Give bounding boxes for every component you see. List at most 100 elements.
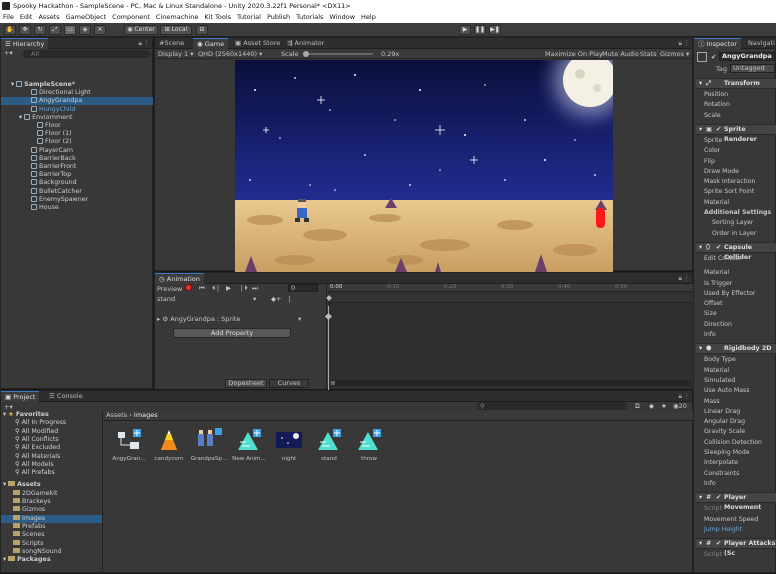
hierarchy-item[interactable]: HungyChild (1, 105, 153, 114)
tag-select[interactable]: Untagged (730, 64, 775, 73)
favorite-item[interactable]: ⚲ All In Progress (1, 419, 102, 427)
menu-item-cinemachine[interactable]: Cinemachine (156, 13, 198, 21)
hierarchy-item[interactable]: ▾ SampleScene* (1, 81, 153, 89)
tab-navigation[interactable]: Navigation (744, 38, 775, 49)
folder-item[interactable]: songNSound (1, 547, 102, 556)
tab-animation[interactable]: ◷ Animation (155, 273, 204, 284)
dopesheet-tab[interactable]: Dopesheet (225, 379, 267, 388)
prev-key-icon[interactable]: ⏴❘ (212, 284, 221, 293)
expand-arrow-icon[interactable]: ▾ (699, 539, 702, 549)
frame-input[interactable]: 0 (288, 284, 318, 292)
folder-item[interactable]: 2DGamekit (1, 489, 102, 498)
last-key-icon[interactable]: ⏭ (252, 284, 258, 293)
hand-tool-icon[interactable]: ✋ (4, 25, 16, 35)
expand-arrow-icon[interactable]: ▾ (699, 125, 702, 135)
gizmos-toggle[interactable]: Gizmos ▾ (660, 50, 689, 58)
tab-inspector[interactable]: ⓘ Inspector (694, 38, 741, 49)
menu-item-publish[interactable]: Publish (267, 13, 290, 21)
timeline-ruler[interactable]: 0:00 0:10 0:20 0:30 0:40 0:50 (328, 284, 693, 292)
stats-toggle[interactable]: Stats (640, 50, 657, 58)
folder-item[interactable]: Images (1, 514, 102, 523)
custom-tool-icon[interactable]: ✕ (94, 25, 106, 35)
add-keyframe-icon[interactable]: ◆+ (271, 295, 281, 303)
menu-item-assets[interactable]: Assets (38, 13, 59, 21)
folder-item[interactable]: Brackeys (1, 498, 102, 506)
sprite-renderer-section[interactable]: ▾ ▣ ✔ Sprite Renderer (696, 123, 776, 143)
component-enabled-checkbox[interactable]: ✔ (716, 539, 721, 549)
scale-slider-knob[interactable] (303, 51, 309, 57)
asset-item[interactable]: night (270, 426, 308, 468)
game-render[interactable] (235, 60, 613, 272)
favorite-item[interactable]: ⚲ All Conflicts (1, 436, 102, 444)
lock-icon[interactable]: 🔒︎ (139, 39, 142, 48)
hierarchy-item[interactable]: BarrierTop (1, 171, 153, 179)
hierarchy-item[interactable]: BarrierFront (1, 163, 153, 171)
hierarchy-item[interactable]: Directional Light (1, 89, 153, 97)
hierarchy-item[interactable]: BarrierBack (1, 154, 153, 163)
menu-item-tutorials[interactable]: Tutorials (296, 13, 323, 21)
resolution-select[interactable]: QHD (2560x1440) ▾ (198, 50, 262, 58)
menu-item-file[interactable]: File (3, 13, 14, 21)
favorite-item[interactable]: ⚲ All Excluded (1, 444, 102, 452)
folder-item[interactable]: Scripts (1, 539, 102, 548)
favorite-icon[interactable]: ★ (661, 402, 667, 410)
curves-tab[interactable]: Curves (269, 379, 309, 388)
hierarchy-item[interactable]: Floor (1, 122, 153, 130)
hierarchy-search-input[interactable]: All (23, 50, 151, 58)
scale-slider[interactable] (303, 51, 373, 57)
expand-arrow-icon[interactable]: ▾ (699, 243, 702, 253)
asset-item[interactable]: throw (350, 426, 388, 468)
add-icon[interactable]: +▾ (4, 49, 13, 57)
tab-console[interactable]: ☰ Console (45, 391, 87, 402)
asset-item[interactable]: GrandpaSp... (190, 426, 228, 468)
step-button[interactable]: ▶❚ (489, 25, 501, 35)
hierarchy-item[interactable]: Background (1, 179, 153, 187)
expand-arrow-icon[interactable]: ▾ (699, 344, 702, 354)
lock-icon[interactable]: 🔒︎ (679, 392, 682, 401)
tab-animator[interactable]: ⇶ Animator (283, 38, 328, 49)
rect-tool-icon[interactable]: ▭ (64, 25, 76, 35)
play-anim-icon[interactable]: ▶ (226, 284, 231, 292)
hierarchy-item[interactable]: AngyGrandpa (1, 97, 153, 106)
lock-icon[interactable]: 🔒︎ (679, 274, 682, 283)
property-row[interactable]: ▸ ⚙ AngyGrandpa : Sprite (157, 315, 240, 323)
play-button[interactable]: ▶ (459, 25, 471, 35)
asset-item[interactable]: candycorn (150, 426, 188, 468)
first-key-icon[interactable]: ⏮ (199, 284, 205, 293)
record-icon[interactable] (185, 284, 192, 291)
more-icon[interactable]: ⋮ (684, 274, 691, 282)
transform-section[interactable]: ▾ ⤢ Transform (696, 78, 776, 89)
project-search-input[interactable]: ⚲ (477, 402, 627, 410)
player-attacks-section[interactable]: ▾ # ✔ Player Attacks (Sc (696, 538, 776, 557)
snap-icon[interactable]: ⊟ (196, 25, 208, 35)
add-property-button[interactable]: Add Property (173, 328, 291, 338)
rigidbody-section[interactable]: ▾ ⬢ Rigidbody 2D (696, 343, 776, 355)
hierarchy-item[interactable]: Floor (1) (1, 130, 153, 138)
more-icon[interactable]: ⋮ (684, 392, 691, 400)
visibility-icon[interactable]: ◉20 (673, 402, 687, 410)
add-event-icon[interactable]: ❘ (287, 295, 292, 303)
transform-tool-icon[interactable]: ◈ (79, 25, 91, 35)
asset-item[interactable]: AngyGran... (110, 426, 148, 468)
tab-game[interactable]: ◉ Game (193, 38, 229, 49)
breadcrumb-assets[interactable]: Assets (106, 411, 127, 419)
menu-item-help[interactable]: Help (361, 13, 376, 21)
favorite-item[interactable]: ⚲ All Materials (1, 453, 102, 461)
component-enabled-checkbox[interactable]: ✔ (716, 493, 721, 503)
pivot-center-button[interactable]: ◉ Center (124, 25, 158, 35)
filter-label-icon[interactable]: ◆ (649, 402, 654, 410)
hierarchy-item[interactable]: ▾ Enviornment (1, 113, 153, 122)
more-icon[interactable]: ⋮ (144, 39, 151, 47)
clip-select[interactable]: stand (157, 295, 175, 303)
menu-item-kit-tools[interactable]: Kit Tools (204, 13, 231, 21)
expand-arrow-icon[interactable]: ▾ (699, 493, 702, 503)
mute-audio-toggle[interactable]: Mute Audio (602, 50, 639, 58)
component-enabled-checkbox[interactable]: ✔ (716, 125, 721, 135)
property-menu-icon[interactable]: ▾ (298, 315, 301, 323)
pivot-local-button[interactable]: ⊞ Local (160, 25, 192, 35)
tree-section-header[interactable]: ▾ ★ Favorites (1, 411, 102, 419)
lock-icon[interactable]: 🔒︎ (679, 39, 682, 48)
menu-item-gameobject[interactable]: GameObject (66, 13, 107, 21)
maximize-on-play-toggle[interactable]: Maximize On Play (545, 50, 603, 58)
tab-scene[interactable]: #Scene (155, 38, 188, 49)
